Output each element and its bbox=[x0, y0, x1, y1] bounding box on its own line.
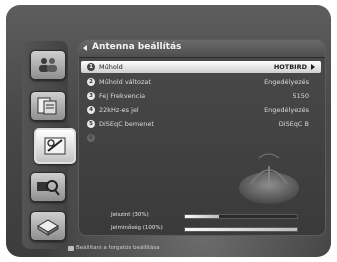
page-title: Antenna beállítás bbox=[92, 42, 182, 52]
signal-strength-label: Jelszint (30%) bbox=[111, 212, 149, 218]
signal-quality-fill bbox=[185, 228, 297, 231]
menu-row-diseqc[interactable]: 5 DiSEqC bemenet DiSEqC B bbox=[81, 118, 321, 130]
row-label: Fej Frekvencia bbox=[99, 92, 146, 100]
row-value: Engedélyezés bbox=[264, 78, 309, 86]
row-label: DiSEqC bemenet bbox=[99, 120, 154, 128]
row-number: 2 bbox=[87, 78, 95, 86]
satellite-icon[interactable] bbox=[34, 128, 76, 164]
menu-row-satellite[interactable]: 1 Műhold HOTBIRD bbox=[81, 61, 321, 73]
menu-row-satellite-variant[interactable]: 2 Műhold változat Engedélyezés bbox=[81, 76, 321, 88]
row-label: Műhold bbox=[99, 63, 123, 71]
row-value: 5150 bbox=[292, 92, 309, 100]
row-number: 4 bbox=[87, 106, 95, 114]
row-number: 5 bbox=[87, 120, 95, 128]
signal-quality-label: Jelminőség (100%) bbox=[111, 225, 163, 231]
menu-row-lnb-frequency[interactable]: 3 Fej Frekvencia 5150 bbox=[81, 90, 321, 102]
footer-hint: Beállítani a forgatós beállítása bbox=[76, 245, 160, 251]
hint-key-icon bbox=[68, 246, 74, 251]
back-arrow-icon[interactable] bbox=[83, 45, 87, 51]
row-value: Engedélyezés bbox=[264, 106, 309, 114]
row-number: 3 bbox=[87, 92, 95, 100]
row-label: Műhold változat bbox=[99, 78, 151, 86]
menu-row-22khz[interactable]: 4 22kHz-es jel Engedélyezés bbox=[81, 104, 321, 116]
signal-strength-meter bbox=[184, 214, 298, 219]
antenna-settings-panel: Antenna beállítás 1 Műhold HOTBIRD 2 Műh… bbox=[78, 39, 326, 236]
signal-quality-meter bbox=[184, 227, 298, 232]
row-value: HOTBIRD bbox=[273, 63, 307, 71]
users-icon[interactable] bbox=[30, 50, 66, 80]
file-tree-icon[interactable] bbox=[30, 91, 66, 121]
row-number: 1 bbox=[87, 63, 95, 71]
panel-title-bar: Antenna beállítás bbox=[79, 40, 325, 58]
row-number: 6 bbox=[87, 134, 95, 142]
tv-screen: Antenna beállítás 1 Műhold HOTBIRD 2 Műh… bbox=[6, 5, 331, 257]
disk-icon[interactable] bbox=[30, 211, 66, 241]
row-label: 22kHz-es jel bbox=[99, 106, 139, 114]
signal-strength-fill bbox=[185, 215, 219, 218]
satellite-dish-graphic bbox=[239, 153, 299, 204]
row-value: DiSEqC B bbox=[278, 120, 309, 128]
search-icon[interactable] bbox=[30, 172, 66, 202]
chevron-right-icon[interactable] bbox=[311, 64, 315, 70]
